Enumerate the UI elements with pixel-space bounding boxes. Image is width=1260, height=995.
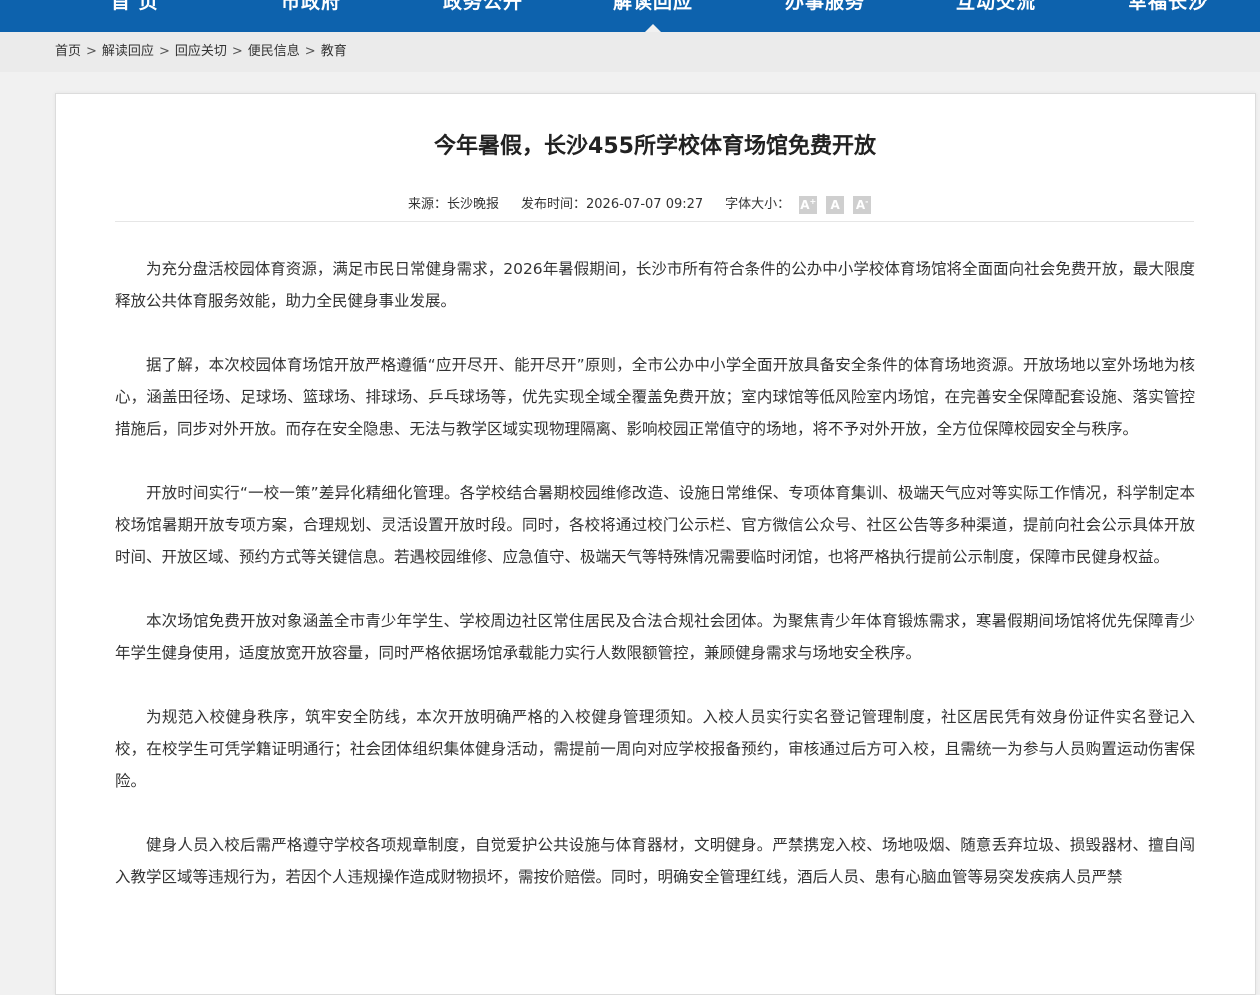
- minus-icon: -: [865, 196, 869, 206]
- nav-item-services[interactable]: 办事服务: [785, 0, 865, 18]
- title-divider: [115, 221, 1194, 222]
- font-size-decrease-label: A: [855, 197, 866, 212]
- article-paragraph: 开放时间实行“一校一策”差异化精细化管理。各学校结合暑期校园维修改造、设施日常维…: [115, 484, 1195, 566]
- top-navigation: 首 页 市政府 政务公开 解读回应 办事服务 互动交流 幸福长沙: [0, 0, 1260, 32]
- article-publish-date: 发布时间：2026-07-07 09:27: [521, 197, 704, 212]
- breadcrumb-separator: >: [231, 44, 243, 59]
- nav-item-government-affairs[interactable]: 政务公开: [443, 0, 523, 18]
- article-paragraph: 本次场馆免费开放对象涵盖全市青少年学生、学校周边社区常住居民及合法合规社会团体。…: [115, 612, 1195, 662]
- nav-item-home[interactable]: 首 页: [111, 0, 159, 18]
- breadcrumb: 首页 > 解读回应 > 回应关切 > 便民信息 > 教育: [55, 32, 347, 72]
- article-body: 为充分盘活校园体育资源，满足市民日常健身需求，2026年暑假期间，长沙市所有符合…: [115, 253, 1195, 925]
- nav-item-interpretation[interactable]: 解读回应: [613, 0, 693, 18]
- article-paragraph: 为充分盘活校园体育资源，满足市民日常健身需求，2026年暑假期间，长沙市所有符合…: [115, 260, 1195, 310]
- breadcrumb-response[interactable]: 回应关切: [175, 44, 227, 59]
- article-paragraph: 为规范入校健身秩序，筑牢安全防线，本次开放明确严格的入校健身管理须知。入校人员实…: [115, 708, 1195, 790]
- breadcrumb-separator: >: [158, 44, 170, 59]
- breadcrumb-separator: >: [86, 44, 97, 59]
- article-source: 来源：长沙晚报: [408, 197, 500, 212]
- font-size-decrease-button[interactable]: A-: [853, 195, 872, 214]
- article-paragraph: 健身人员入校后需严格遵守学校各项规章制度，自觉爱护公共设施与体育器材，文明健身。…: [115, 836, 1195, 886]
- article-meta: 来源：长沙晚报 发布时间：2026-07-07 09:27 字体大小： A+ A A-: [408, 193, 872, 217]
- plus-icon: +: [809, 196, 817, 206]
- font-size-increase-button[interactable]: A+: [799, 195, 818, 214]
- breadcrumb-home[interactable]: 首页: [55, 44, 81, 59]
- nav-item-interaction[interactable]: 互动交流: [956, 0, 1036, 18]
- breadcrumb-education[interactable]: 教育: [321, 44, 347, 59]
- breadcrumb-interpretation[interactable]: 解读回应: [102, 44, 154, 59]
- breadcrumb-separator: >: [304, 44, 316, 59]
- article-title: 今年暑假，长沙455所学校体育场馆免费开放: [434, 134, 876, 159]
- nav-item-happy-changsha[interactable]: 幸福长沙: [1128, 0, 1208, 18]
- font-size-label: 字体大小：: [725, 197, 791, 212]
- article-paragraph: 据了解，本次校园体育场馆开放严格遵循“应开尽开、能开尽开”原则，全市公办中小学全…: [115, 356, 1195, 438]
- active-nav-indicator: [645, 24, 661, 32]
- nav-item-city-government[interactable]: 市政府: [281, 0, 341, 18]
- breadcrumb-bar: 首页 > 解读回应 > 回应关切 > 便民信息 > 教育: [0, 32, 1260, 72]
- breadcrumb-public-info[interactable]: 便民信息: [248, 44, 300, 59]
- font-size-default-button[interactable]: A: [826, 195, 845, 214]
